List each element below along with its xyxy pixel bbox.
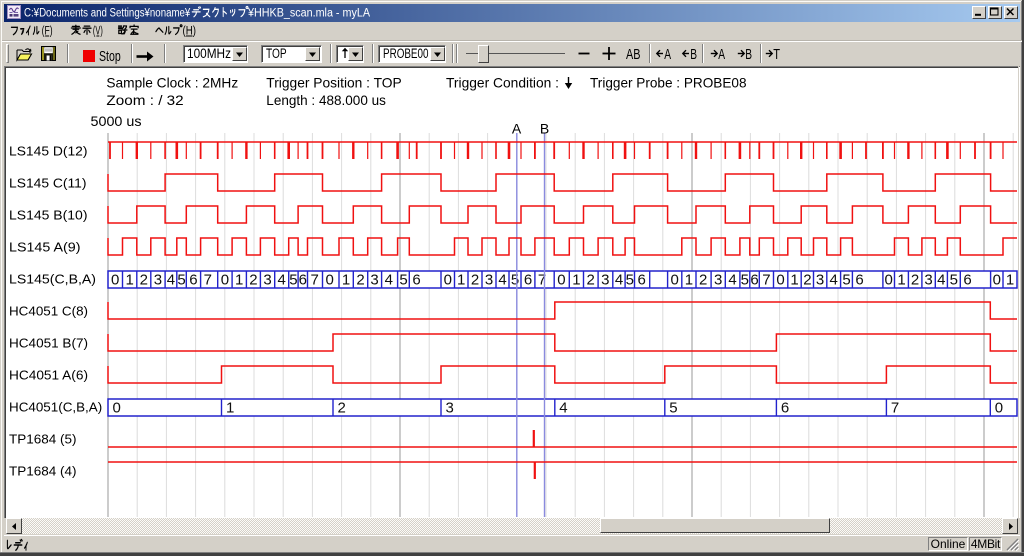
- svg-text:A: A: [512, 121, 522, 137]
- svg-text:1: 1: [572, 272, 580, 289]
- svg-text:4: 4: [937, 272, 945, 289]
- svg-text:3: 3: [816, 272, 824, 289]
- svg-text:6: 6: [750, 272, 758, 289]
- svg-text:7: 7: [204, 272, 212, 289]
- svg-text:6: 6: [855, 272, 863, 289]
- svg-text:5: 5: [289, 272, 297, 289]
- svg-text:5000 us: 5000 us: [91, 113, 142, 129]
- svg-text:HC4051 B(7): HC4051 B(7): [9, 335, 88, 350]
- svg-text:5: 5: [511, 272, 519, 289]
- svg-text:0: 0: [326, 272, 334, 289]
- svg-text:6: 6: [299, 272, 307, 289]
- svg-text:2: 2: [338, 400, 346, 417]
- svg-text:0: 0: [111, 272, 119, 289]
- svg-text:0: 0: [671, 272, 679, 289]
- svg-text:TP1684 (5): TP1684 (5): [9, 431, 77, 446]
- svg-text:3: 3: [485, 272, 493, 289]
- svg-text:Trigger Probe : PROBE08: Trigger Probe : PROBE08: [590, 74, 747, 90]
- svg-text:HC4051(C,B,A): HC4051(C,B,A): [9, 399, 102, 414]
- svg-text:5: 5: [399, 272, 407, 289]
- svg-text:2: 2: [587, 272, 595, 289]
- svg-text:4: 4: [830, 272, 838, 289]
- svg-text:2: 2: [140, 272, 148, 289]
- svg-text:1: 1: [1006, 272, 1014, 289]
- svg-text:Sample Clock : 2MHz: Sample Clock : 2MHz: [106, 74, 238, 90]
- svg-text:1: 1: [235, 272, 243, 289]
- svg-text:1: 1: [226, 400, 234, 417]
- svg-text:1: 1: [457, 272, 465, 289]
- svg-text:LS145 B(10): LS145 B(10): [9, 207, 88, 222]
- svg-text:0: 0: [993, 272, 1001, 289]
- svg-text:HC4051 C(8): HC4051 C(8): [9, 303, 88, 318]
- svg-text:5: 5: [842, 272, 850, 289]
- svg-text:2: 2: [249, 272, 257, 289]
- svg-text:6: 6: [963, 272, 971, 289]
- svg-text:5: 5: [177, 272, 185, 289]
- svg-text:0: 0: [885, 272, 893, 289]
- svg-text:2: 2: [699, 272, 707, 289]
- svg-text:4: 4: [498, 272, 506, 289]
- svg-text:4: 4: [615, 272, 623, 289]
- svg-text:Trigger Condition :: Trigger Condition :: [446, 74, 559, 90]
- svg-text:4: 4: [728, 272, 736, 289]
- svg-text:3: 3: [263, 272, 271, 289]
- svg-text:6: 6: [524, 272, 532, 289]
- svg-text:B: B: [540, 121, 549, 137]
- svg-text:4: 4: [559, 400, 567, 417]
- svg-text:1: 1: [342, 272, 350, 289]
- svg-text:2: 2: [471, 272, 479, 289]
- svg-text:1: 1: [685, 272, 693, 289]
- svg-text:4: 4: [167, 272, 175, 289]
- svg-text:6: 6: [412, 272, 420, 289]
- svg-text:LS145 A(9): LS145 A(9): [9, 239, 81, 254]
- svg-text:7: 7: [311, 272, 319, 289]
- svg-text:3: 3: [714, 272, 722, 289]
- svg-text:6: 6: [638, 272, 646, 289]
- svg-text:0: 0: [221, 272, 229, 289]
- svg-text:6: 6: [189, 272, 197, 289]
- svg-text:4: 4: [385, 272, 393, 289]
- svg-text:0: 0: [444, 272, 452, 289]
- svg-text:6: 6: [781, 400, 789, 417]
- svg-text:5: 5: [741, 272, 749, 289]
- svg-text:LS145 D(12): LS145 D(12): [9, 143, 88, 158]
- svg-text:1: 1: [126, 272, 134, 289]
- svg-text:3: 3: [924, 272, 932, 289]
- svg-text:2: 2: [911, 272, 919, 289]
- svg-text:7: 7: [762, 272, 770, 289]
- svg-text:7: 7: [891, 400, 899, 417]
- svg-text:3: 3: [370, 272, 378, 289]
- svg-text:5: 5: [626, 272, 634, 289]
- svg-text:Length : 488.000 us: Length : 488.000 us: [266, 92, 386, 108]
- svg-text:LS145 C(11): LS145 C(11): [9, 175, 87, 190]
- svg-text:0: 0: [776, 272, 784, 289]
- svg-text:2: 2: [803, 272, 811, 289]
- svg-text:Trigger Position : TOP: Trigger Position : TOP: [266, 74, 401, 90]
- svg-text:0: 0: [995, 400, 1003, 417]
- svg-text:4: 4: [278, 272, 286, 289]
- svg-text:3: 3: [446, 400, 454, 417]
- svg-text:2: 2: [356, 272, 364, 289]
- svg-text:Zoom : / 32: Zoom : / 32: [106, 92, 184, 108]
- svg-text:5: 5: [669, 400, 677, 417]
- svg-text:TP1684 (4): TP1684 (4): [9, 463, 77, 478]
- svg-text:LS145(C,B,A): LS145(C,B,A): [9, 271, 96, 286]
- svg-text:0: 0: [113, 400, 121, 417]
- svg-text:5: 5: [950, 272, 958, 289]
- svg-text:0: 0: [557, 272, 565, 289]
- svg-text:HC4051 A(6): HC4051 A(6): [9, 367, 88, 382]
- svg-text:3: 3: [154, 272, 162, 289]
- svg-text:1: 1: [897, 272, 905, 289]
- svg-text:1: 1: [790, 272, 798, 289]
- svg-text:3: 3: [601, 272, 609, 289]
